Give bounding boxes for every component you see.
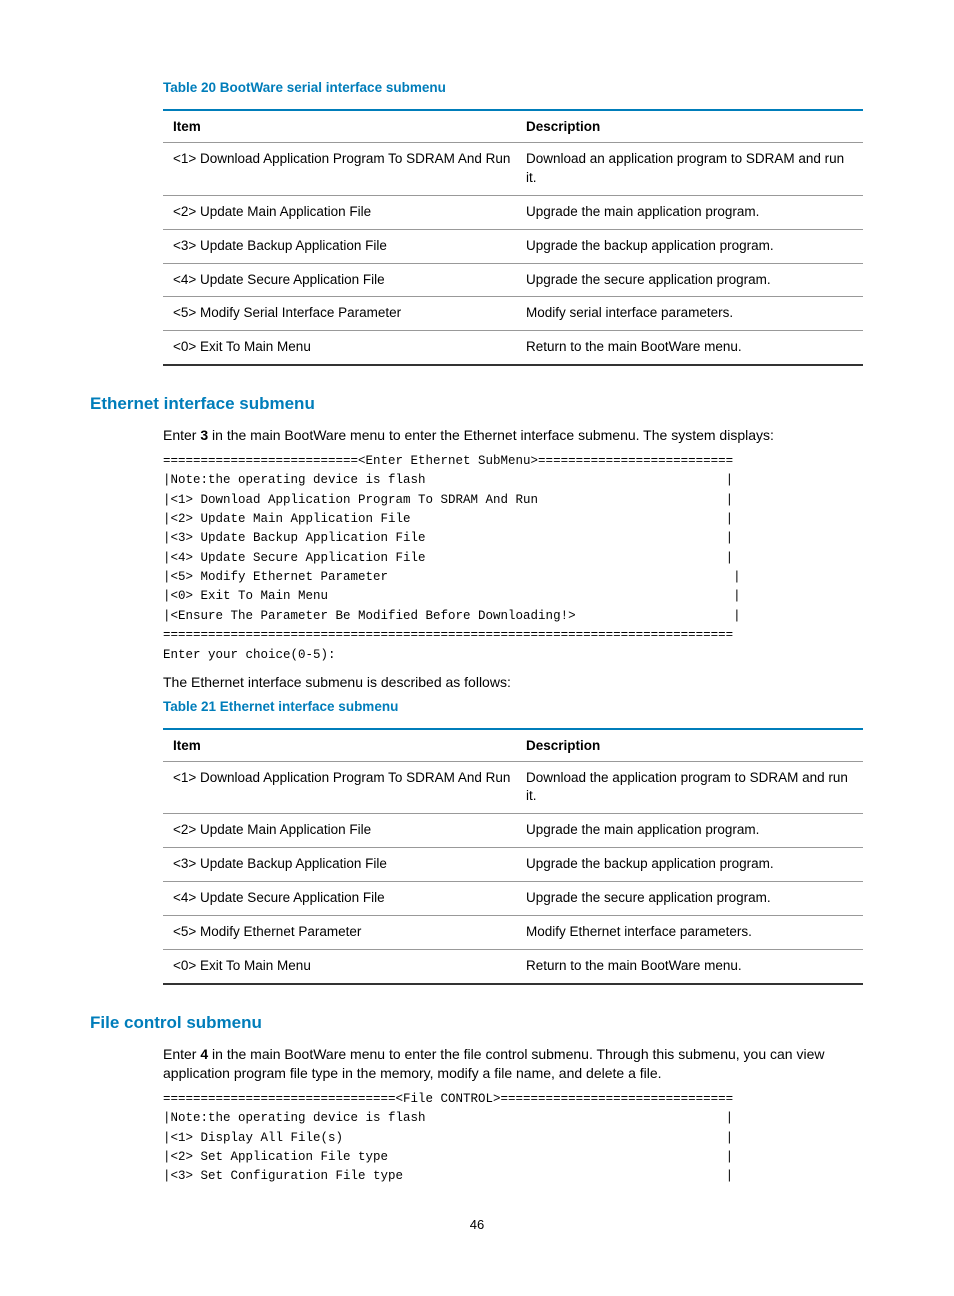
- ethernet-heading: Ethernet interface submenu: [90, 394, 864, 414]
- eth-intro-bold: 3: [200, 427, 208, 443]
- table-cell-item: <5> Modify Ethernet Parameter: [163, 916, 524, 950]
- table-cell-item: <3> Update Backup Application File: [163, 229, 524, 263]
- table-cell-desc: Upgrade the backup application program.: [524, 229, 863, 263]
- table-cell-desc: Modify Ethernet interface parameters.: [524, 916, 863, 950]
- table21-head-item: Item: [163, 729, 524, 762]
- table-cell-item: <0> Exit To Main Menu: [163, 949, 524, 983]
- table-row: <2> Update Main Application FileUpgrade …: [163, 814, 863, 848]
- table-row: <4> Update Secure Application FileUpgrad…: [163, 263, 863, 297]
- table-row: <4> Update Secure Application FileUpgrad…: [163, 882, 863, 916]
- table20-head-desc: Description: [524, 110, 863, 143]
- ethernet-intro: Enter 3 in the main BootWare menu to ent…: [163, 426, 864, 446]
- table-cell-desc: Return to the main BootWare menu.: [524, 331, 863, 365]
- table-cell-item: <4> Update Secure Application File: [163, 882, 524, 916]
- table20-title: Table 20 BootWare serial interface subme…: [163, 80, 864, 95]
- table21: Item Description <1> Download Applicatio…: [163, 728, 863, 985]
- table20: Item Description <1> Download Applicatio…: [163, 109, 863, 366]
- table-row: <0> Exit To Main MenuReturn to the main …: [163, 331, 863, 365]
- table-cell-item: <1> Download Application Program To SDRA…: [163, 761, 524, 814]
- table-row: <0> Exit To Main MenuReturn to the main …: [163, 949, 863, 983]
- table-row: <3> Update Backup Application FileUpgrad…: [163, 229, 863, 263]
- table-cell-desc: Upgrade the main application program.: [524, 814, 863, 848]
- table-cell-item: <2> Update Main Application File: [163, 814, 524, 848]
- file-intro-bold: 4: [200, 1046, 208, 1062]
- table-cell-desc: Modify serial interface parameters.: [524, 297, 863, 331]
- table-cell-desc: Upgrade the main application program.: [524, 195, 863, 229]
- table-cell-item: <5> Modify Serial Interface Parameter: [163, 297, 524, 331]
- table-row: <3> Update Backup Application FileUpgrad…: [163, 848, 863, 882]
- eth-intro-pre: Enter: [163, 427, 200, 443]
- table-row: <1> Download Application Program To SDRA…: [163, 143, 863, 196]
- table-cell-desc: Upgrade the backup application program.: [524, 848, 863, 882]
- file-intro-post: in the main BootWare menu to enter the f…: [163, 1046, 825, 1082]
- table-row: <5> Modify Serial Interface ParameterMod…: [163, 297, 863, 331]
- table21-body: <1> Download Application Program To SDRA…: [163, 761, 863, 984]
- file-intro: Enter 4 in the main BootWare menu to ent…: [163, 1045, 864, 1084]
- table-cell-item: <4> Update Secure Application File: [163, 263, 524, 297]
- table-cell-desc: Upgrade the secure application program.: [524, 263, 863, 297]
- file-intro-pre: Enter: [163, 1046, 200, 1062]
- table21-title: Table 21 Ethernet interface submenu: [163, 699, 864, 714]
- table-row: <1> Download Application Program To SDRA…: [163, 761, 863, 814]
- table-cell-desc: Download the application program to SDRA…: [524, 761, 863, 814]
- table20-body: <1> Download Application Program To SDRA…: [163, 143, 863, 366]
- file-heading: File control submenu: [90, 1013, 864, 1033]
- page-number: 46: [90, 1217, 864, 1232]
- table-cell-desc: Download an application program to SDRAM…: [524, 143, 863, 196]
- table20-head-item: Item: [163, 110, 524, 143]
- file-console-output: ===============================<File CON…: [163, 1090, 864, 1187]
- table-row: <2> Update Main Application FileUpgrade …: [163, 195, 863, 229]
- table-cell-item: <1> Download Application Program To SDRA…: [163, 143, 524, 196]
- table-cell-desc: Upgrade the secure application program.: [524, 882, 863, 916]
- table-cell-item: <0> Exit To Main Menu: [163, 331, 524, 365]
- table-cell-item: <3> Update Backup Application File: [163, 848, 524, 882]
- table-cell-item: <2> Update Main Application File: [163, 195, 524, 229]
- ethernet-console-output: ==========================<Enter Etherne…: [163, 452, 864, 665]
- eth-intro-post: in the main BootWare menu to enter the E…: [208, 427, 774, 443]
- ethernet-after-pre: The Ethernet interface submenu is descri…: [163, 673, 864, 693]
- table-row: <5> Modify Ethernet ParameterModify Ethe…: [163, 916, 863, 950]
- table-cell-desc: Return to the main BootWare menu.: [524, 949, 863, 983]
- table21-head-desc: Description: [524, 729, 863, 762]
